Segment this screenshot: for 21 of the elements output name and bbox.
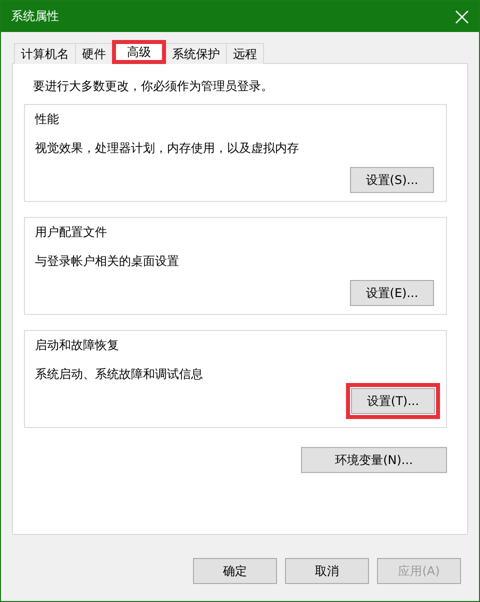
tab[interactable]: 系统保护 <box>165 43 227 64</box>
close-button[interactable] <box>453 8 471 26</box>
group-title: 启动和故障恢复 <box>35 337 120 354</box>
group-title: 性能 <box>35 111 60 128</box>
dialog-button[interactable]: 确定 <box>193 558 277 584</box>
tab[interactable]: 计算机名 <box>14 43 76 64</box>
settings-button[interactable]: 设置(S)... <box>350 167 434 193</box>
tab[interactable]: 远程 <box>226 43 264 64</box>
settings-button[interactable]: 设置(E)... <box>350 280 434 306</box>
settings-button[interactable]: 设置(T)... <box>351 388 435 414</box>
group-description: 视觉效果，处理器计划，内存使用，以及虚拟内存 <box>35 140 300 157</box>
dialog-button[interactable]: 取消 <box>285 558 369 584</box>
group-description: 与登录帐户相关的桌面设置 <box>35 253 180 270</box>
group-description: 系统启动、系统故障和调试信息 <box>35 366 204 383</box>
environment-variables-button[interactable]: 环境变量(N)... <box>301 447 447 473</box>
close-icon <box>455 10 469 24</box>
notice-text: 要进行大多数更改，你必须作为管理员登录。 <box>32 78 274 95</box>
window-title: 系统属性 <box>11 8 59 25</box>
group-title: 用户配置文件 <box>35 224 108 241</box>
tab[interactable]: 硬件 <box>75 43 113 64</box>
tab[interactable]: 高级 <box>112 40 166 64</box>
